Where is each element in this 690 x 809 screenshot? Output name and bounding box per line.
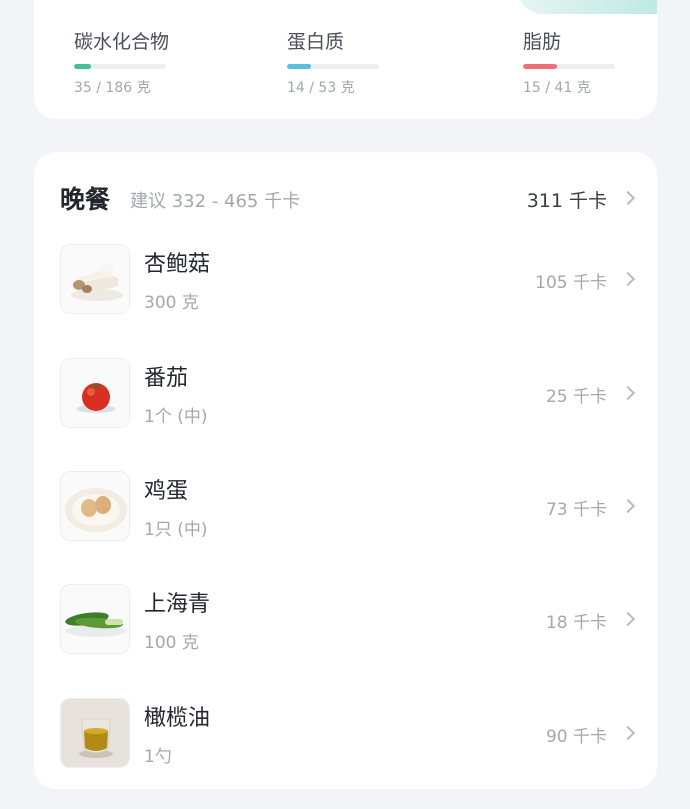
food-item[interactable]: 杏鲍菇 300 克 105 千卡 [60,244,636,316]
dinner-card: 晚餐 建议 332 - 465 千卡 311 千卡 杏鲍菇 300 克 105 … [34,152,657,789]
food-item[interactable]: 番茄 1个 (中) 25 千卡 [60,358,636,430]
food-name: 杏鲍菇 [144,252,211,277]
food-name: 橄榄油 [144,706,211,731]
food-kcal: 90 千卡 [545,727,607,747]
food-item[interactable]: 上海青 100 克 18 千卡 [60,584,636,656]
food-kcal: 105 千卡 [535,273,607,293]
bok-choy-icon [60,584,130,654]
macro-carbs: 碳水化合物 35 / 186 克 [74,27,169,97]
macro-progress-bar [74,64,166,69]
macro-progress-bar [287,64,379,69]
chevron-right-icon [620,385,636,401]
decorative-gradient [517,0,657,14]
macro-progress-fill [74,64,92,69]
food-name: 番茄 [144,366,189,391]
food-kcal: 18 千卡 [545,613,607,633]
food-item[interactable]: 橄榄油 1勺 90 千卡 [60,698,636,770]
olive-oil-icon [60,698,130,768]
food-name: 鸡蛋 [144,479,189,504]
food-kcal: 73 千卡 [545,500,607,520]
meal-header[interactable]: 晚餐 建议 332 - 465 千卡 311 千卡 [60,180,636,216]
food-amount: 1个 (中) [144,407,208,427]
chevron-right-icon [620,725,636,741]
food-kcal: 25 千卡 [545,387,607,407]
macro-name: 脂肪 [523,31,562,53]
macro-value: 35 / 186 克 [74,80,151,96]
macro-protein: 蛋白质 14 / 53 克 [287,27,379,97]
macro-progress-fill [287,64,311,69]
chevron-right-icon [620,190,636,206]
food-amount: 1勺 [144,747,172,767]
chevron-right-icon [620,498,636,514]
tomato-icon [60,358,130,428]
meal-suggestion: 建议 332 - 465 千卡 [130,191,301,212]
macro-summary-card: 碳水化合物 35 / 186 克 蛋白质 14 / 53 克 脂肪 15 / 4… [34,0,657,119]
king-oyster-mushroom-icon [60,244,130,314]
food-amount: 1只 (中) [144,520,208,540]
egg-icon [60,471,130,541]
meal-total-kcal: 311 千卡 [526,190,607,212]
macro-value: 14 / 53 克 [287,80,355,96]
macro-value: 15 / 41 克 [523,80,591,96]
macro-name: 蛋白质 [287,31,345,53]
food-item[interactable]: 鸡蛋 1只 (中) 73 千卡 [60,471,636,543]
chevron-right-icon [620,271,636,287]
macro-progress-bar [523,64,615,69]
chevron-right-icon [620,611,636,627]
meal-title: 晚餐 [60,185,111,214]
food-amount: 300 克 [144,293,199,313]
macro-fat: 脂肪 15 / 41 克 [523,27,615,97]
food-amount: 100 克 [144,633,199,653]
food-name: 上海青 [144,592,211,617]
macro-name: 碳水化合物 [74,31,170,53]
macro-progress-fill [523,64,558,69]
